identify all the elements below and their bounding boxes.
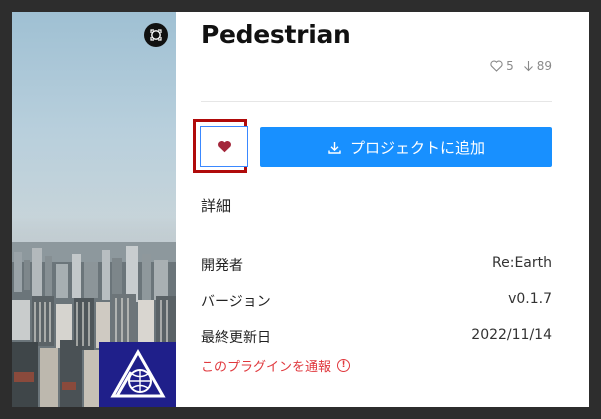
- download-icon: [328, 141, 341, 154]
- version-value: v0.1.7: [508, 291, 552, 307]
- divider: [201, 101, 552, 102]
- updated-label: 最終更新日: [201, 330, 271, 346]
- likes-stat: 5: [490, 59, 514, 73]
- exclamation-circle-icon: !: [337, 359, 351, 372]
- plugin-stats: 5 89: [490, 59, 552, 73]
- downloads-count: 89: [536, 59, 552, 73]
- report-plugin-link[interactable]: このプラグインを通報 !: [201, 356, 351, 375]
- developer-value: Re:Earth: [492, 255, 552, 271]
- scan-icon[interactable]: [144, 23, 168, 47]
- developer-row: 開発者 Re:Earth: [201, 255, 552, 275]
- add-to-project-label: プロジェクトに追加: [349, 138, 485, 157]
- likes-count: 5: [506, 59, 514, 73]
- developer-label: 開発者: [201, 258, 243, 274]
- heart-outline-icon: [490, 60, 503, 72]
- arrow-down-icon: [523, 61, 533, 72]
- updated-value: 2022/11/14: [471, 327, 552, 343]
- updated-row: 最終更新日 2022/11/14: [201, 327, 552, 347]
- plugin-title: Pedestrian: [201, 20, 351, 49]
- re-earth-logo: [99, 342, 176, 407]
- heart-filled-icon: [217, 140, 231, 153]
- version-row: バージョン v0.1.7: [201, 291, 552, 311]
- downloads-stat: 89: [523, 59, 552, 73]
- details-heading: 詳細: [201, 197, 232, 215]
- like-button[interactable]: [200, 126, 248, 167]
- plugin-cover-image: [12, 12, 176, 407]
- version-label: バージョン: [201, 294, 271, 310]
- add-to-project-button[interactable]: プロジェクトに追加: [260, 127, 552, 167]
- report-label: このプラグインを通報: [201, 360, 332, 375]
- plugin-detail-card: Pedestrian 5 89 プロジェクトに追加 詳細 開発者 Re:Eart…: [12, 12, 589, 407]
